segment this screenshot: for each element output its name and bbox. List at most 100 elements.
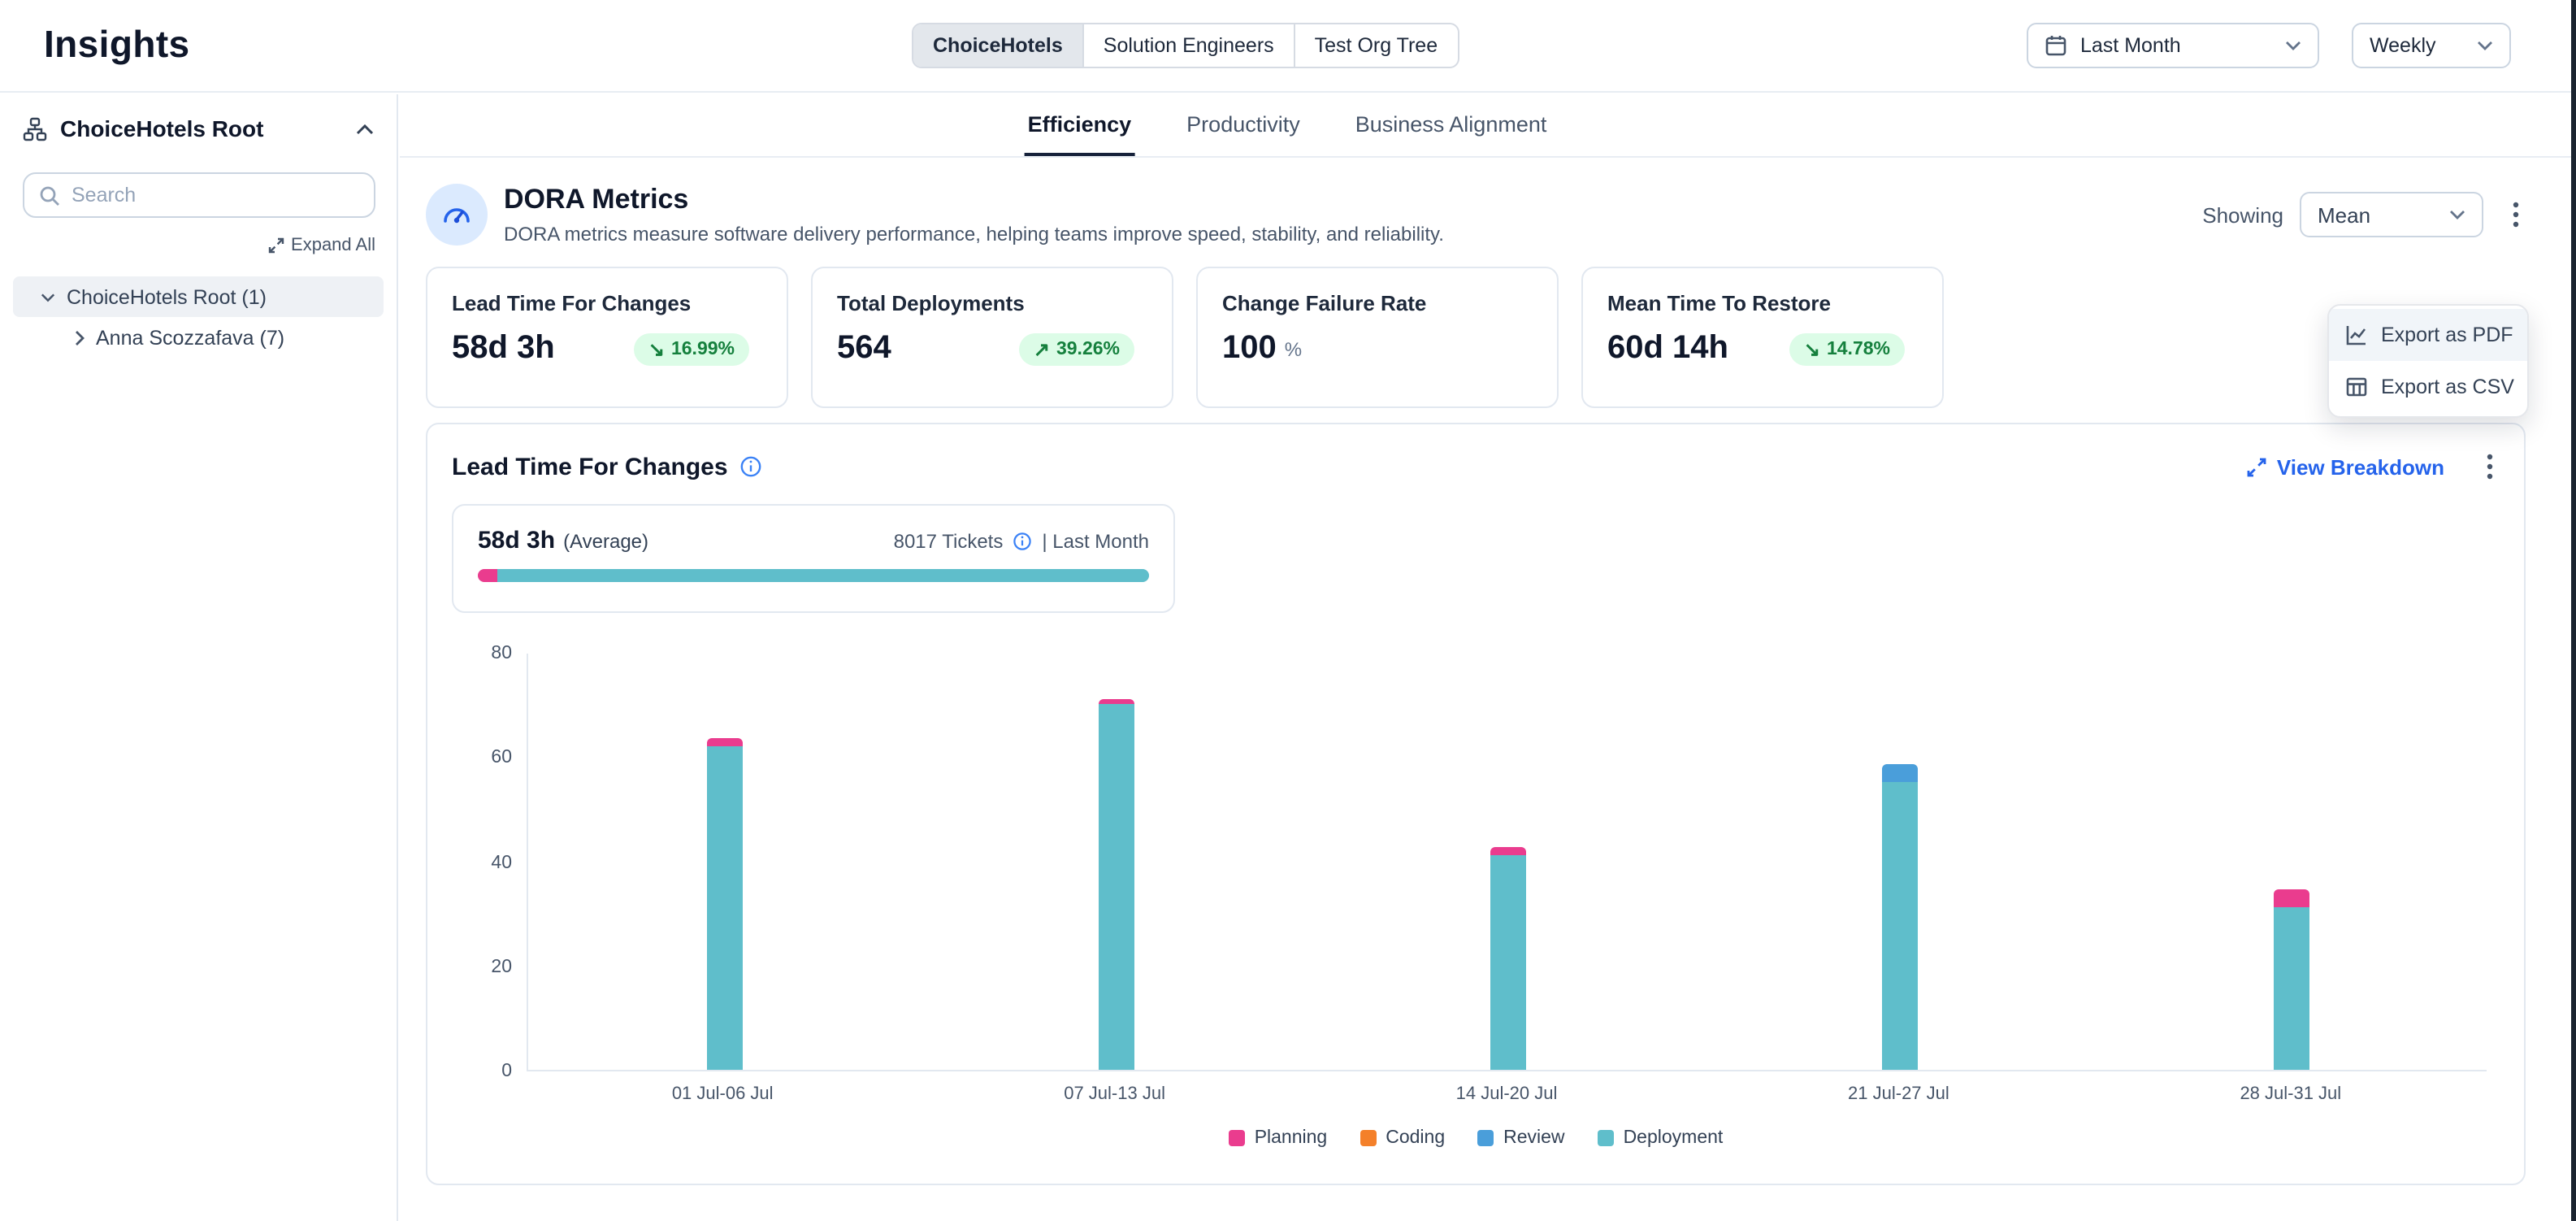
tab-efficiency[interactable]: Efficiency bbox=[1025, 94, 1135, 156]
granularity-dropdown[interactable]: Weekly bbox=[2352, 23, 2511, 68]
legend-label: Deployment bbox=[1624, 1128, 1724, 1148]
x-tick-label: 14 Jul-20 Jul bbox=[1311, 1084, 1702, 1104]
main-content: DORA Metrics DORA metrics measure softwa… bbox=[400, 158, 2576, 1185]
search-input[interactable] bbox=[72, 184, 359, 206]
bar-segment-deployment bbox=[1098, 704, 1134, 1070]
trend-down-icon: ↘ bbox=[1804, 337, 1820, 360]
dora-header: DORA Metrics DORA metrics measure softwa… bbox=[426, 184, 2526, 246]
stacked-bar[interactable] bbox=[1098, 699, 1134, 1070]
bar-segment-planning bbox=[1490, 848, 1525, 856]
chart-more-options-button[interactable] bbox=[2480, 450, 2500, 483]
table-icon bbox=[2345, 376, 2368, 398]
bar-segment-deployment bbox=[706, 746, 742, 1070]
expand-all-row: Expand All bbox=[0, 236, 375, 255]
legend-label: Coding bbox=[1386, 1128, 1445, 1148]
dora-title: DORA Metrics bbox=[504, 184, 1444, 216]
summary-meta: 8017 Tickets | Last Month bbox=[894, 529, 1149, 552]
metric-value: 60d 14h bbox=[1607, 330, 1728, 367]
legend-item[interactable]: Planning bbox=[1229, 1128, 1328, 1148]
tree-node-label: ChoiceHotels Root (1) bbox=[67, 285, 267, 308]
stacked-bar[interactable] bbox=[2273, 889, 2309, 1070]
card-lead-time-for-changes[interactable]: Lead Time For Changes 58d 3h ↘ 16.99% bbox=[426, 267, 788, 408]
tree-node-choicehotels-root[interactable]: ChoiceHotels Root (1) bbox=[13, 276, 384, 317]
tab-productivity[interactable]: Productivity bbox=[1183, 94, 1303, 156]
top-header: Insights ChoiceHotels Solution Engineers… bbox=[0, 0, 2576, 93]
search-box bbox=[23, 172, 375, 218]
period-dropdown[interactable]: Last Month bbox=[2027, 23, 2319, 68]
x-tick-label: 28 Jul-31 Jul bbox=[2095, 1084, 2487, 1104]
export-pdf-label: Export as PDF bbox=[2381, 324, 2513, 346]
card-change-failure-rate[interactable]: Change Failure Rate 100 % bbox=[1196, 267, 1559, 408]
legend-label: Review bbox=[1503, 1128, 1564, 1148]
search-icon bbox=[39, 185, 60, 206]
sidebar-header: ChoiceHotels Root bbox=[0, 94, 397, 141]
export-menu: Export as PDF Export as CSV bbox=[2327, 304, 2529, 418]
y-tick-label: 80 bbox=[491, 642, 512, 665]
dora-titles: DORA Metrics DORA metrics measure softwa… bbox=[504, 184, 1444, 246]
tickets-count: 8017 Tickets bbox=[894, 529, 1004, 552]
stacked-bar[interactable] bbox=[1881, 764, 1917, 1070]
bar-column bbox=[1703, 654, 2095, 1070]
bar-segment-deployment bbox=[1881, 783, 1917, 1070]
more-options-button[interactable] bbox=[2506, 198, 2526, 231]
info-icon[interactable] bbox=[1013, 531, 1032, 550]
collapse-sidebar-button[interactable] bbox=[356, 123, 374, 134]
chevron-down-icon bbox=[41, 292, 55, 302]
metric-unit: % bbox=[1285, 337, 1302, 360]
org-tree: ChoiceHotels Root (1) Anna Scozzafava (7… bbox=[0, 276, 397, 358]
stacked-bar[interactable] bbox=[1490, 848, 1525, 1070]
org-tab-test-org-tree[interactable]: Test Org Tree bbox=[1295, 24, 1457, 67]
x-tick-label: 07 Jul-13 Jul bbox=[918, 1084, 1310, 1104]
trend-delta: 16.99% bbox=[671, 339, 735, 358]
card-mean-time-to-restore[interactable]: Mean Time To Restore 60d 14h ↘ 14.78% bbox=[1581, 267, 1944, 408]
app-viewport: Insights ChoiceHotels Solution Engineers… bbox=[0, 0, 2576, 1221]
legend-item[interactable]: Review bbox=[1477, 1128, 1564, 1148]
chart-card-header: Lead Time For Changes View Breakdown bbox=[452, 450, 2500, 483]
granularity-dropdown-value: Weekly bbox=[2370, 34, 2436, 57]
progress-planning bbox=[478, 569, 498, 582]
export-pdf-menu-item[interactable]: Export as PDF bbox=[2329, 309, 2527, 361]
bar-column bbox=[1312, 654, 1703, 1070]
card-total-deployments[interactable]: Total Deployments 564 ↗ 39.26% bbox=[811, 267, 1173, 408]
header-filters: Last Month Weekly bbox=[2027, 23, 2511, 68]
metric-value: 100 bbox=[1222, 330, 1277, 367]
tab-business-alignment[interactable]: Business Alignment bbox=[1352, 94, 1550, 156]
chart-title: Lead Time For Changes bbox=[452, 453, 728, 480]
export-csv-menu-item[interactable]: Export as CSV bbox=[2329, 361, 2527, 413]
showing-label: Showing bbox=[2202, 202, 2283, 227]
y-tick-label: 40 bbox=[491, 851, 512, 874]
org-switcher: ChoiceHotels Solution Engineers Test Org… bbox=[912, 23, 1459, 68]
bar-segment-review bbox=[1881, 764, 1917, 782]
expand-diagonal-icon bbox=[268, 237, 284, 254]
phase-progress-bar bbox=[478, 569, 1149, 582]
trend-badge: ↘ 16.99% bbox=[634, 332, 749, 365]
metric-title: Mean Time To Restore bbox=[1607, 291, 1918, 315]
metric-title: Lead Time For Changes bbox=[452, 291, 762, 315]
metric-title: Total Deployments bbox=[837, 291, 1147, 315]
y-tick-label: 60 bbox=[491, 747, 512, 770]
window-scrollbar[interactable] bbox=[2571, 0, 2576, 1221]
y-tick-label: 20 bbox=[491, 956, 512, 979]
x-axis-labels: 01 Jul-06 Jul07 Jul-13 Jul14 Jul-20 Jul2… bbox=[527, 1084, 2487, 1104]
view-breakdown-button[interactable]: View Breakdown bbox=[2246, 454, 2444, 479]
bar-segment-deployment bbox=[1490, 856, 1525, 1070]
org-tab-solution-engineers[interactable]: Solution Engineers bbox=[1084, 24, 1295, 67]
showing-controls: Showing Mean bbox=[2202, 192, 2526, 237]
tree-node-label: Anna Scozzafava (7) bbox=[96, 326, 284, 349]
stacked-bar[interactable] bbox=[706, 738, 742, 1070]
expand-all-button[interactable]: Expand All bbox=[268, 236, 375, 255]
view-tabs: Efficiency Productivity Business Alignme… bbox=[1025, 94, 1550, 156]
chevron-down-icon bbox=[2285, 41, 2301, 50]
org-tab-choicehotels[interactable]: ChoiceHotels bbox=[913, 24, 1084, 67]
tree-node-anna-scozzafava[interactable]: Anna Scozzafava (7) bbox=[13, 317, 384, 358]
legend-item[interactable]: Coding bbox=[1360, 1128, 1445, 1148]
x-tick-label: 21 Jul-27 Jul bbox=[1702, 1084, 2094, 1104]
bar-segment-planning bbox=[2273, 889, 2309, 907]
dora-subtitle: DORA metrics measure software delivery p… bbox=[504, 223, 1444, 246]
info-icon[interactable] bbox=[739, 455, 762, 478]
legend-item[interactable]: Deployment bbox=[1598, 1128, 1724, 1148]
aggregation-dropdown[interactable]: Mean bbox=[2300, 192, 2483, 237]
legend-swatch bbox=[1598, 1130, 1614, 1146]
trend-up-icon: ↗ bbox=[1034, 337, 1050, 360]
y-axis: 020406080 bbox=[468, 654, 527, 1071]
